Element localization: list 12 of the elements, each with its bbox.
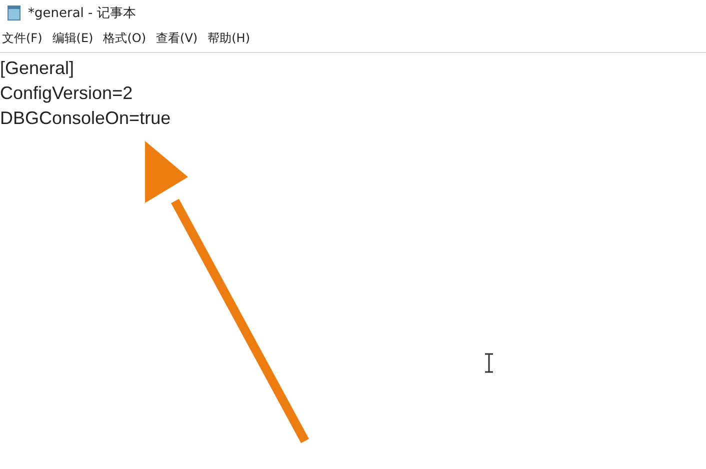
window-title: *general - 记事本 [28,4,136,22]
text-area[interactable]: [General] ConfigVersion=2 DBGConsoleOn=true [0,53,706,469]
text-line: DBGConsoleOn=true [0,107,172,130]
text-cursor-icon [485,353,493,373]
menu-item[interactable]: 编辑(E) [50,30,96,47]
menu-item[interactable]: 文件(F) [0,30,44,47]
menu-item[interactable]: 帮助(H) [206,30,252,47]
text-line: [General] [0,57,76,80]
text-line: ConfigVersion=2 [0,82,134,105]
notepad-icon [6,4,22,20]
menu-item[interactable]: 格式(O) [101,30,148,47]
menu-item[interactable]: 查看(V) [154,30,200,47]
